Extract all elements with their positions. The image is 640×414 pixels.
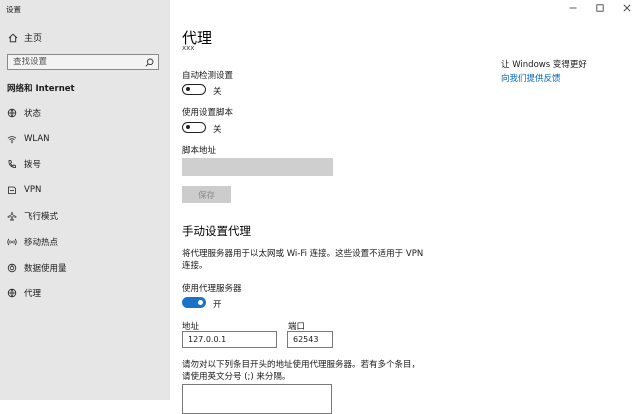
status-globe-icon <box>7 108 17 118</box>
save-button[interactable]: 保存 <box>182 186 231 203</box>
main-content: 代理 xxx 自动检测设置 关 使用设置脚本 关 脚本地址 保存 手动设置代理 … <box>170 0 640 414</box>
script-address-input[interactable] <box>182 158 333 176</box>
airplane-icon <box>7 211 17 221</box>
use-proxy-state: 开 <box>213 300 222 310</box>
home-label: 主页 <box>24 34 43 44</box>
hotspot-icon <box>7 237 17 247</box>
setup-script-label: 使用设置脚本 <box>182 108 234 118</box>
sidebar-item-proxy[interactable]: 代理 <box>0 281 170 307</box>
home-nav-item[interactable]: 主页 <box>8 31 42 44</box>
feedback-heading: 让 Windows 变得更好 <box>501 60 587 70</box>
address-field[interactable] <box>182 331 277 348</box>
manual-proxy-description: 将代理服务器用于以太网或 Wi-Fi 连接。这些设置不适用于 VPN 连接。 <box>182 249 424 271</box>
sidebar-item-data-usage[interactable]: 数据使用量 <box>0 255 170 281</box>
wifi-icon <box>7 134 17 144</box>
sidebar-item-label: VPN <box>24 185 42 196</box>
sidebar-section-title: 网络和 Internet <box>7 84 75 94</box>
auto-detect-state: 关 <box>213 87 222 97</box>
sidebar-item-label: 代理 <box>24 289 42 300</box>
data-usage-icon <box>7 263 17 273</box>
auto-detect-toggle[interactable] <box>182 84 206 95</box>
sidebar-item-label: 移动热点 <box>24 237 59 248</box>
window-title: 设置 <box>6 5 21 14</box>
sidebar-item-dialup[interactable]: 拨号 <box>0 152 170 178</box>
search-icon[interactable] <box>145 58 154 67</box>
exceptions-description: 请勿对以下列条目开头的地址使用代理服务器。若有多个条目，请使用英文分号 (;) … <box>182 360 421 382</box>
exceptions-textarea[interactable] <box>182 384 332 414</box>
clipped-text: xxx <box>182 44 195 50</box>
address-input[interactable] <box>183 332 276 347</box>
sidebar-item-label: 飞行模式 <box>24 212 59 223</box>
sidebar: 设置 主页 网络和 Internet 状态 WLAN <box>0 0 170 400</box>
script-address-label: 脚本地址 <box>182 146 217 156</box>
use-proxy-label: 使用代理服务器 <box>182 284 242 294</box>
sidebar-item-label: WLAN <box>24 133 50 144</box>
sidebar-item-airplane-mode[interactable]: 飞行模式 <box>0 203 170 229</box>
sidebar-item-wlan[interactable]: WLAN <box>0 126 170 152</box>
search-box[interactable] <box>7 54 159 70</box>
use-proxy-toggle[interactable] <box>182 297 206 308</box>
sidebar-item-label: 数据使用量 <box>24 263 67 274</box>
vpn-icon <box>7 185 17 195</box>
sidebar-item-vpn[interactable]: VPN <box>0 177 170 203</box>
globe-icon <box>7 288 17 298</box>
setup-script-state: 关 <box>213 125 222 135</box>
port-field[interactable] <box>287 331 333 348</box>
sidebar-nav: 状态 WLAN 拨号 VPN 飞行模式 移动热点 数据使用量 代理 <box>0 100 170 306</box>
sidebar-item-label: 拨号 <box>24 160 42 171</box>
manual-proxy-heading: 手动设置代理 <box>182 224 251 238</box>
home-icon <box>8 33 18 43</box>
sidebar-item-label: 状态 <box>24 108 42 119</box>
auto-detect-label: 自动检测设置 <box>182 71 234 81</box>
search-input[interactable] <box>13 57 138 67</box>
dialup-phone-icon <box>7 159 17 169</box>
feedback-link[interactable]: 向我们提供反馈 <box>501 72 561 84</box>
sidebar-item-status[interactable]: 状态 <box>0 100 170 126</box>
setup-script-toggle[interactable] <box>182 122 206 133</box>
sidebar-item-mobile-hotspot[interactable]: 移动热点 <box>0 229 170 255</box>
port-input[interactable] <box>288 332 332 347</box>
